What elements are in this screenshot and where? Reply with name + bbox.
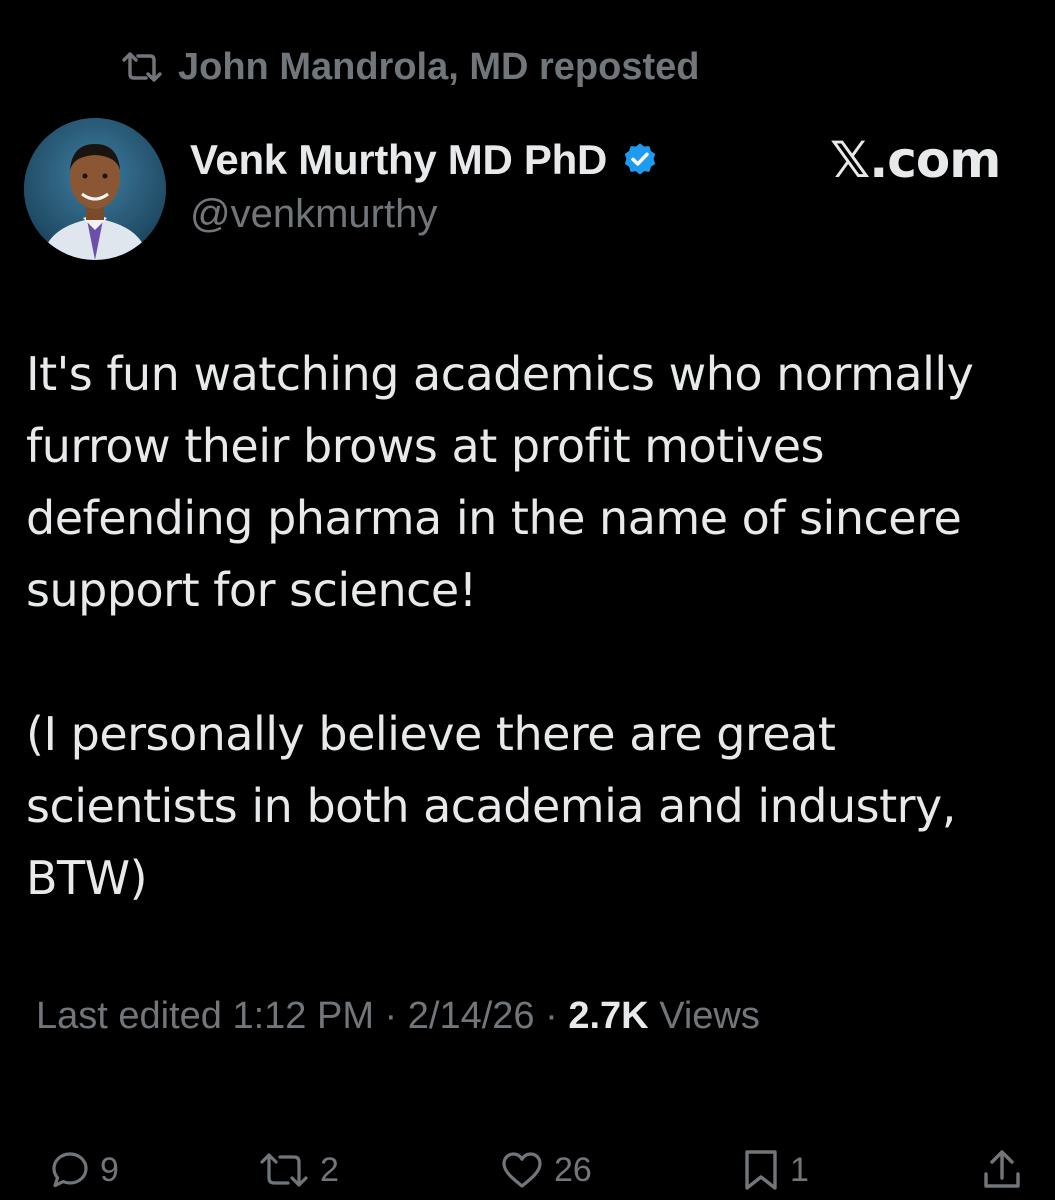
tweet-text: It's fun watching academics who normally… (26, 338, 1036, 914)
heart-icon (500, 1150, 544, 1190)
author-name-row[interactable]: Venk Murthy MD PhD (190, 130, 659, 190)
bookmark-count: 1 (790, 1150, 809, 1189)
like-count: 26 (554, 1150, 592, 1189)
bookmark-icon (742, 1148, 780, 1192)
meta-separator: · (534, 994, 569, 1037)
reply-icon (50, 1150, 90, 1190)
repost-icon (258, 1150, 310, 1190)
meta-separator: · (374, 994, 408, 1037)
repost-icon (120, 50, 164, 84)
author-handle[interactable]: @venkmurthy (190, 192, 437, 237)
reply-button[interactable]: 9 (50, 1140, 119, 1200)
tweet-meta: Last edited 1:12 PM · 2/14/26 · 2.7K Vie… (36, 990, 760, 1042)
action-bar: 9 2 26 1 (0, 1140, 1055, 1200)
tweet-paragraph: It's fun watching academics who normally… (26, 347, 974, 617)
repost-button[interactable]: 2 (258, 1140, 339, 1200)
views-count: 2.7K (568, 994, 649, 1037)
author-name[interactable]: Venk Murthy MD PhD (190, 136, 607, 184)
site-label: 𝕏.com (830, 131, 1001, 189)
edited-timestamp[interactable]: Last edited 1:12 PM (36, 995, 374, 1038)
share-icon (982, 1148, 1022, 1192)
avatar[interactable] (24, 118, 166, 260)
like-button[interactable]: 26 (500, 1140, 592, 1200)
views-label: Views (648, 994, 760, 1037)
tweet-date[interactable]: 2/14/26 (408, 995, 535, 1038)
tweet-paragraph: (I personally believe there are great sc… (26, 707, 956, 905)
bookmark-button[interactable]: 1 (742, 1140, 809, 1200)
reply-count: 9 (100, 1150, 119, 1189)
verified-badge-icon[interactable] (621, 141, 659, 179)
repost-count: 2 (320, 1150, 339, 1189)
repost-indicator[interactable]: John Mandrola, MD reposted (120, 44, 699, 90)
share-button[interactable] (982, 1140, 1022, 1200)
repost-text: John Mandrola, MD reposted (178, 45, 700, 88)
